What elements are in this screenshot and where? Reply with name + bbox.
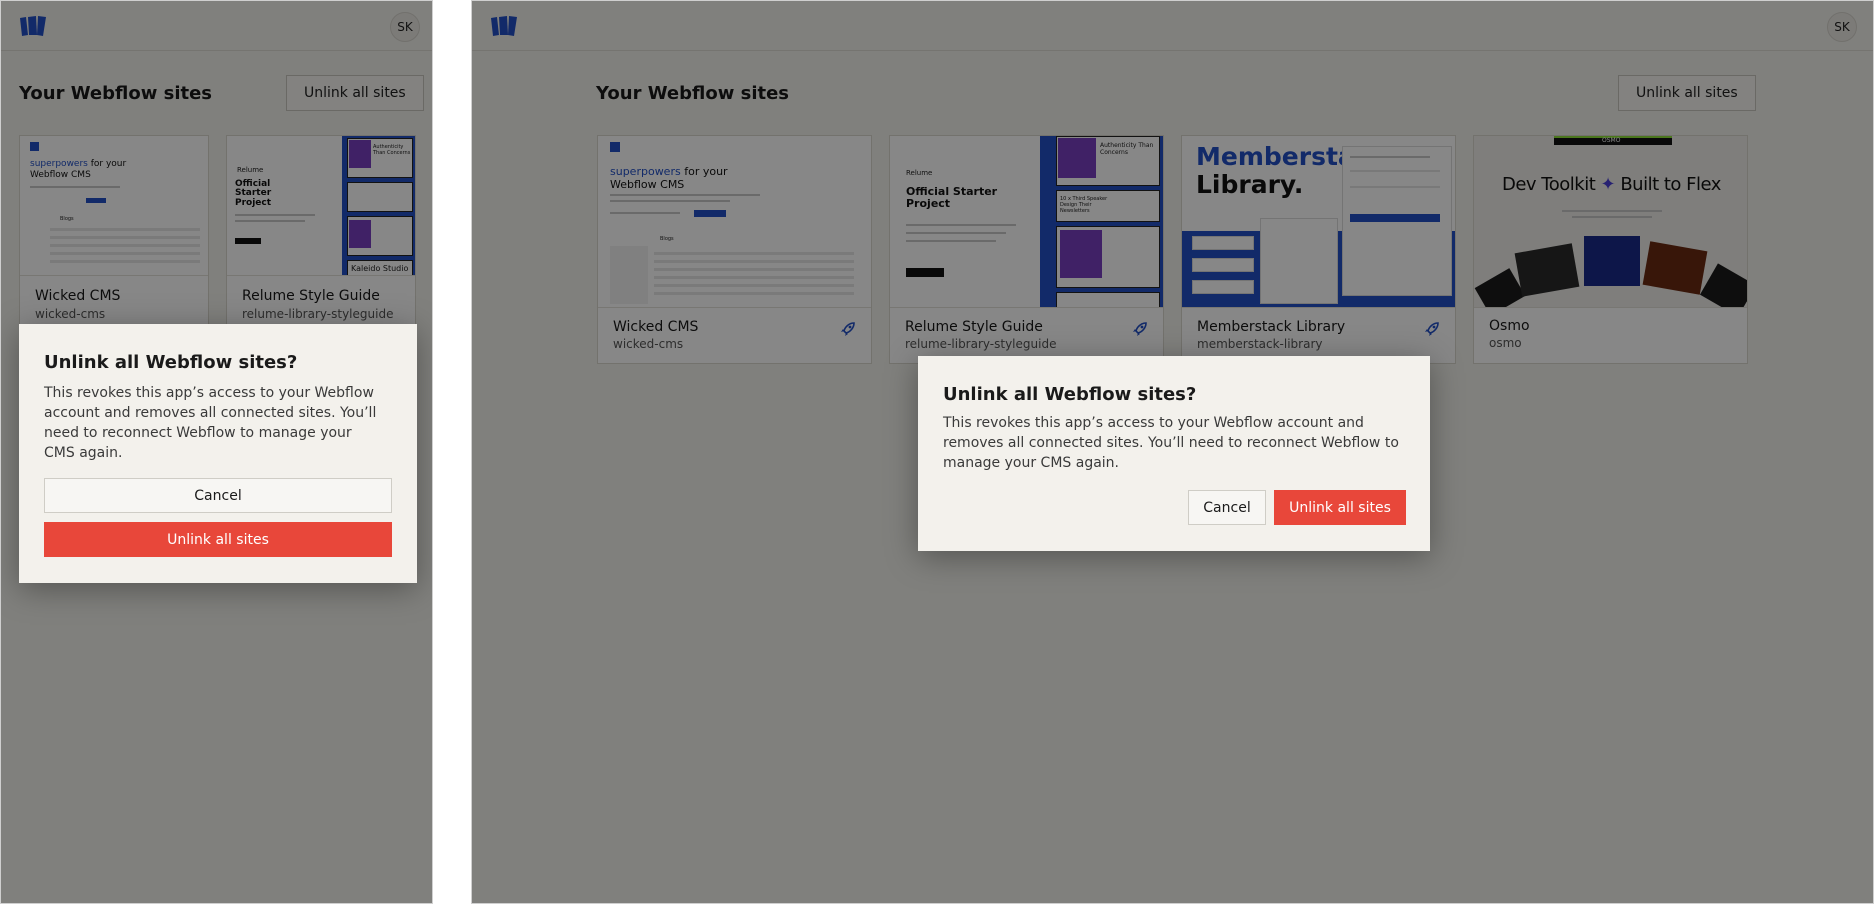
mobile-viewport: SK Your Webflow sites Unlink all sites s… bbox=[0, 0, 433, 904]
confirm-unlink-button[interactable]: Unlink all sites bbox=[44, 522, 392, 557]
unlink-dialog: Unlink all Webflow sites? This revokes t… bbox=[19, 324, 417, 583]
confirm-unlink-button[interactable]: Unlink all sites bbox=[1274, 490, 1406, 525]
dialog-body: This revokes this app’s access to your W… bbox=[943, 415, 1399, 471]
cancel-button[interactable]: Cancel bbox=[1188, 490, 1266, 525]
unlink-dialog: Unlink all Webflow sites? This revokes t… bbox=[918, 356, 1430, 551]
dialog-body: This revokes this app’s access to your W… bbox=[44, 385, 377, 461]
dialog-title: Unlink all Webflow sites? bbox=[44, 352, 298, 373]
desktop-viewport: SK Your Webflow sites Unlink all sites s… bbox=[471, 0, 1874, 904]
dialog-title: Unlink all Webflow sites? bbox=[943, 384, 1197, 405]
cancel-button[interactable]: Cancel bbox=[44, 478, 392, 513]
